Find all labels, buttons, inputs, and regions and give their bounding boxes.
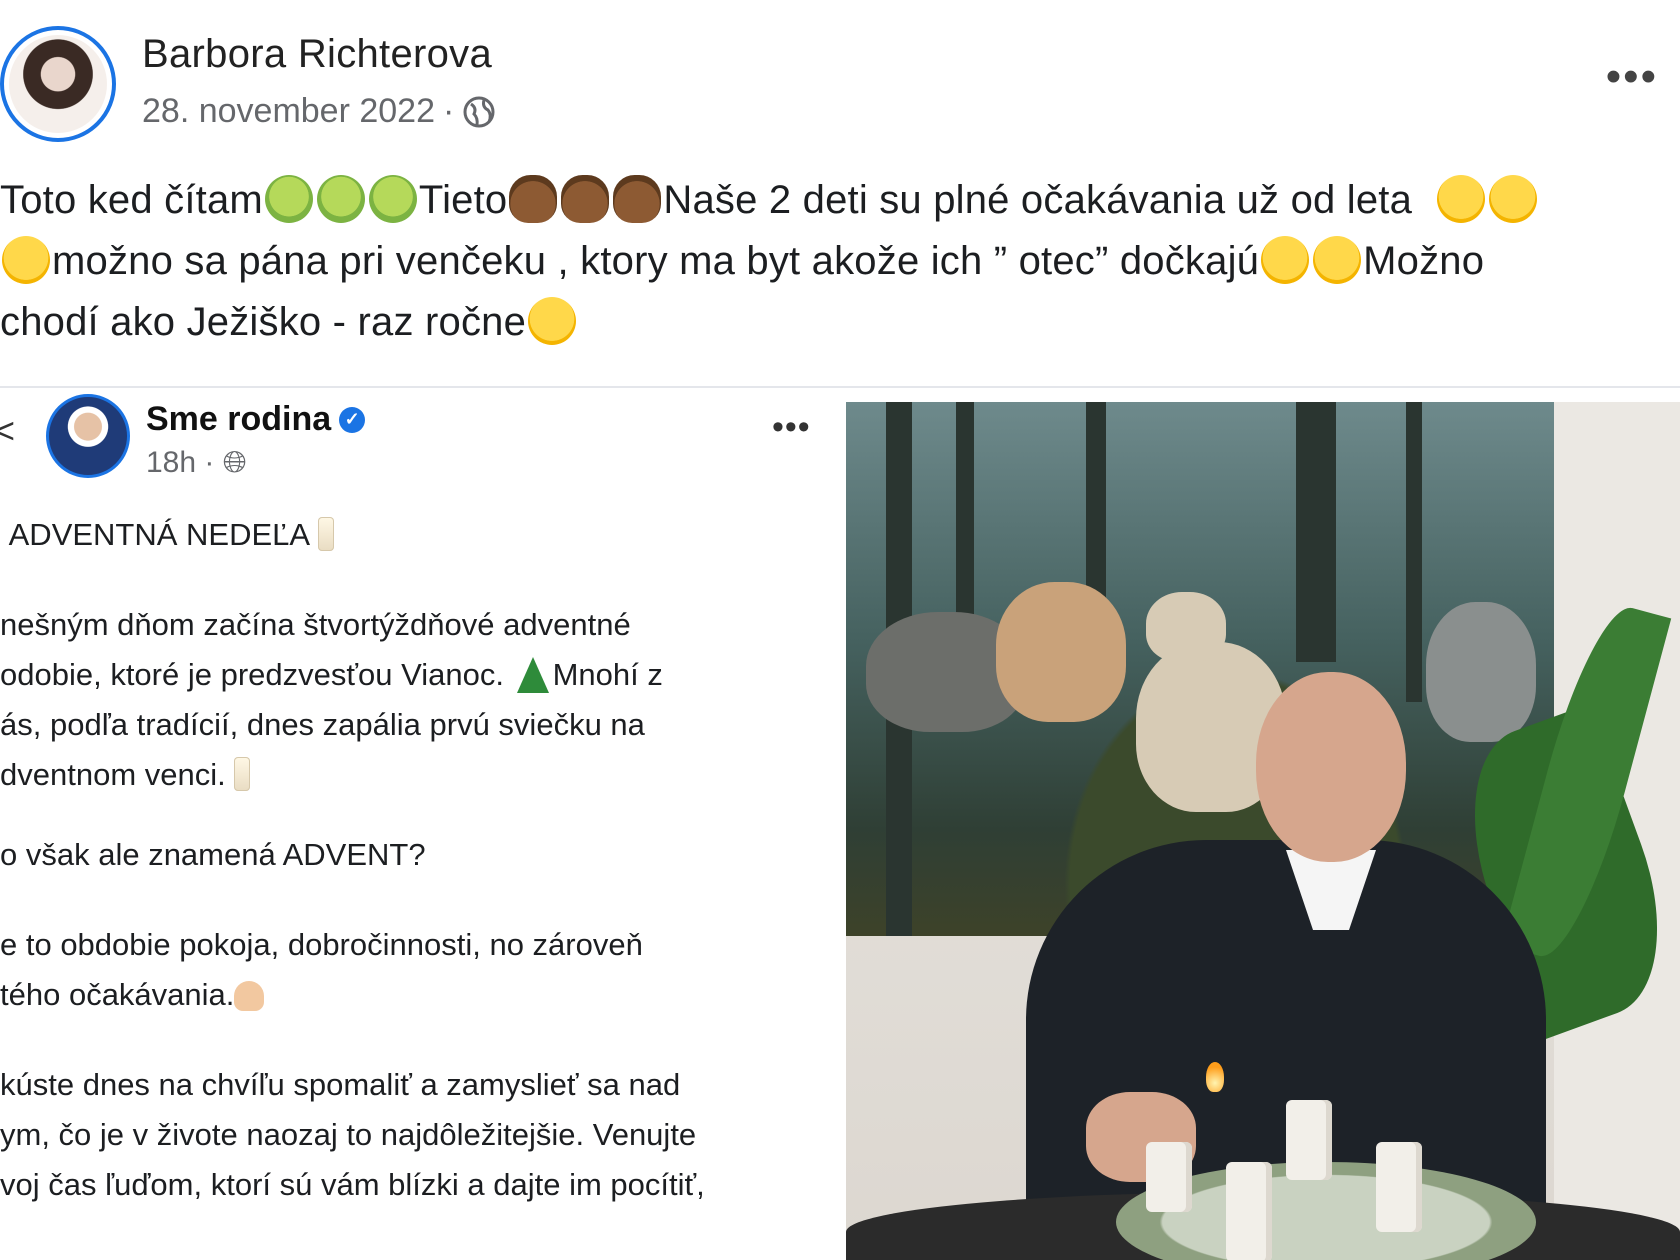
post-text: Toto ked čítam Tieto Naše 2 deti su plné o… [0, 170, 1680, 353]
embed-more-icon: ••• [772, 408, 811, 446]
lighter-flame [1206, 1062, 1224, 1092]
post-header: Barbora Richterova 28. november 2022 · •… [0, 0, 1680, 150]
embed-paragraph-3: e to obdobie pokoja, dobročinnosti, no z… [0, 927, 643, 1012]
candle-icon [233, 757, 250, 791]
page-avatar [46, 394, 130, 478]
embed-paragraph-1: nešným dňom začína štvortýždňové adventn… [0, 607, 663, 792]
post-text-line-1: Toto ked čítam Tieto Naše 2 deti su plné o… [0, 170, 1680, 231]
embed-body: ADVENTNÁ NEDEĽA nešným dňom začína štvor… [0, 510, 840, 1250]
more-options-icon[interactable]: ••• [1606, 55, 1658, 99]
globe-icon: 🌐︎ [222, 446, 247, 479]
pile-of-poo-icon [509, 175, 558, 223]
back-arrow-icon: < [0, 410, 16, 451]
christmas-tree-icon [516, 657, 549, 693]
grinning-face-icon [528, 297, 577, 345]
pile-of-poo-icon [613, 175, 662, 223]
globe-icon[interactable] [462, 95, 496, 129]
post-photo[interactable] [846, 402, 1680, 1260]
embed-meta: 18h · 🌐︎ [146, 446, 247, 479]
divider [0, 386, 1680, 388]
candle-icon [318, 517, 335, 551]
post-text-line-3: chodí ako Ježiško - raz ročne [0, 292, 1680, 353]
nauseated-face-icon [368, 175, 417, 223]
grinning-face-icon [2, 236, 50, 284]
author-avatar[interactable] [0, 26, 116, 142]
pile-of-poo-icon [561, 175, 610, 223]
grinning-face-icon [1436, 175, 1485, 223]
folded-hands-icon [234, 981, 265, 1011]
embed-paragraph-4: kúste dnes na chvíľu spomaliť a zamyslie… [0, 1067, 705, 1202]
meta-separator: · [442, 92, 455, 130]
avatar-image [9, 35, 107, 133]
grinning-face-icon [1313, 236, 1362, 284]
post-text-line-2: možno sa pána pri venčeku , ktory ma byt… [0, 231, 1680, 292]
nauseated-face-icon [316, 175, 365, 223]
post-meta: 28. november 2022 · [142, 92, 496, 131]
post-date[interactable]: 28. november 2022 [142, 92, 435, 131]
grinning-face-icon [1488, 175, 1537, 223]
shared-screenshot[interactable]: < Sme rodina ✓ 18h · 🌐︎ ••• ADVENTNÁ NED… [0, 390, 840, 1260]
embed-paragraph-2: o však ale znamená ADVENT? [0, 837, 426, 872]
author-name[interactable]: Barbora Richterova [142, 32, 492, 77]
page-name: Sme rodina ✓ [146, 400, 366, 439]
nauseated-face-icon [264, 175, 313, 223]
grinning-face-icon [1261, 236, 1310, 284]
embed-heading: ADVENTNÁ NEDEĽA [0, 510, 840, 560]
verified-badge-icon: ✓ [339, 406, 366, 433]
